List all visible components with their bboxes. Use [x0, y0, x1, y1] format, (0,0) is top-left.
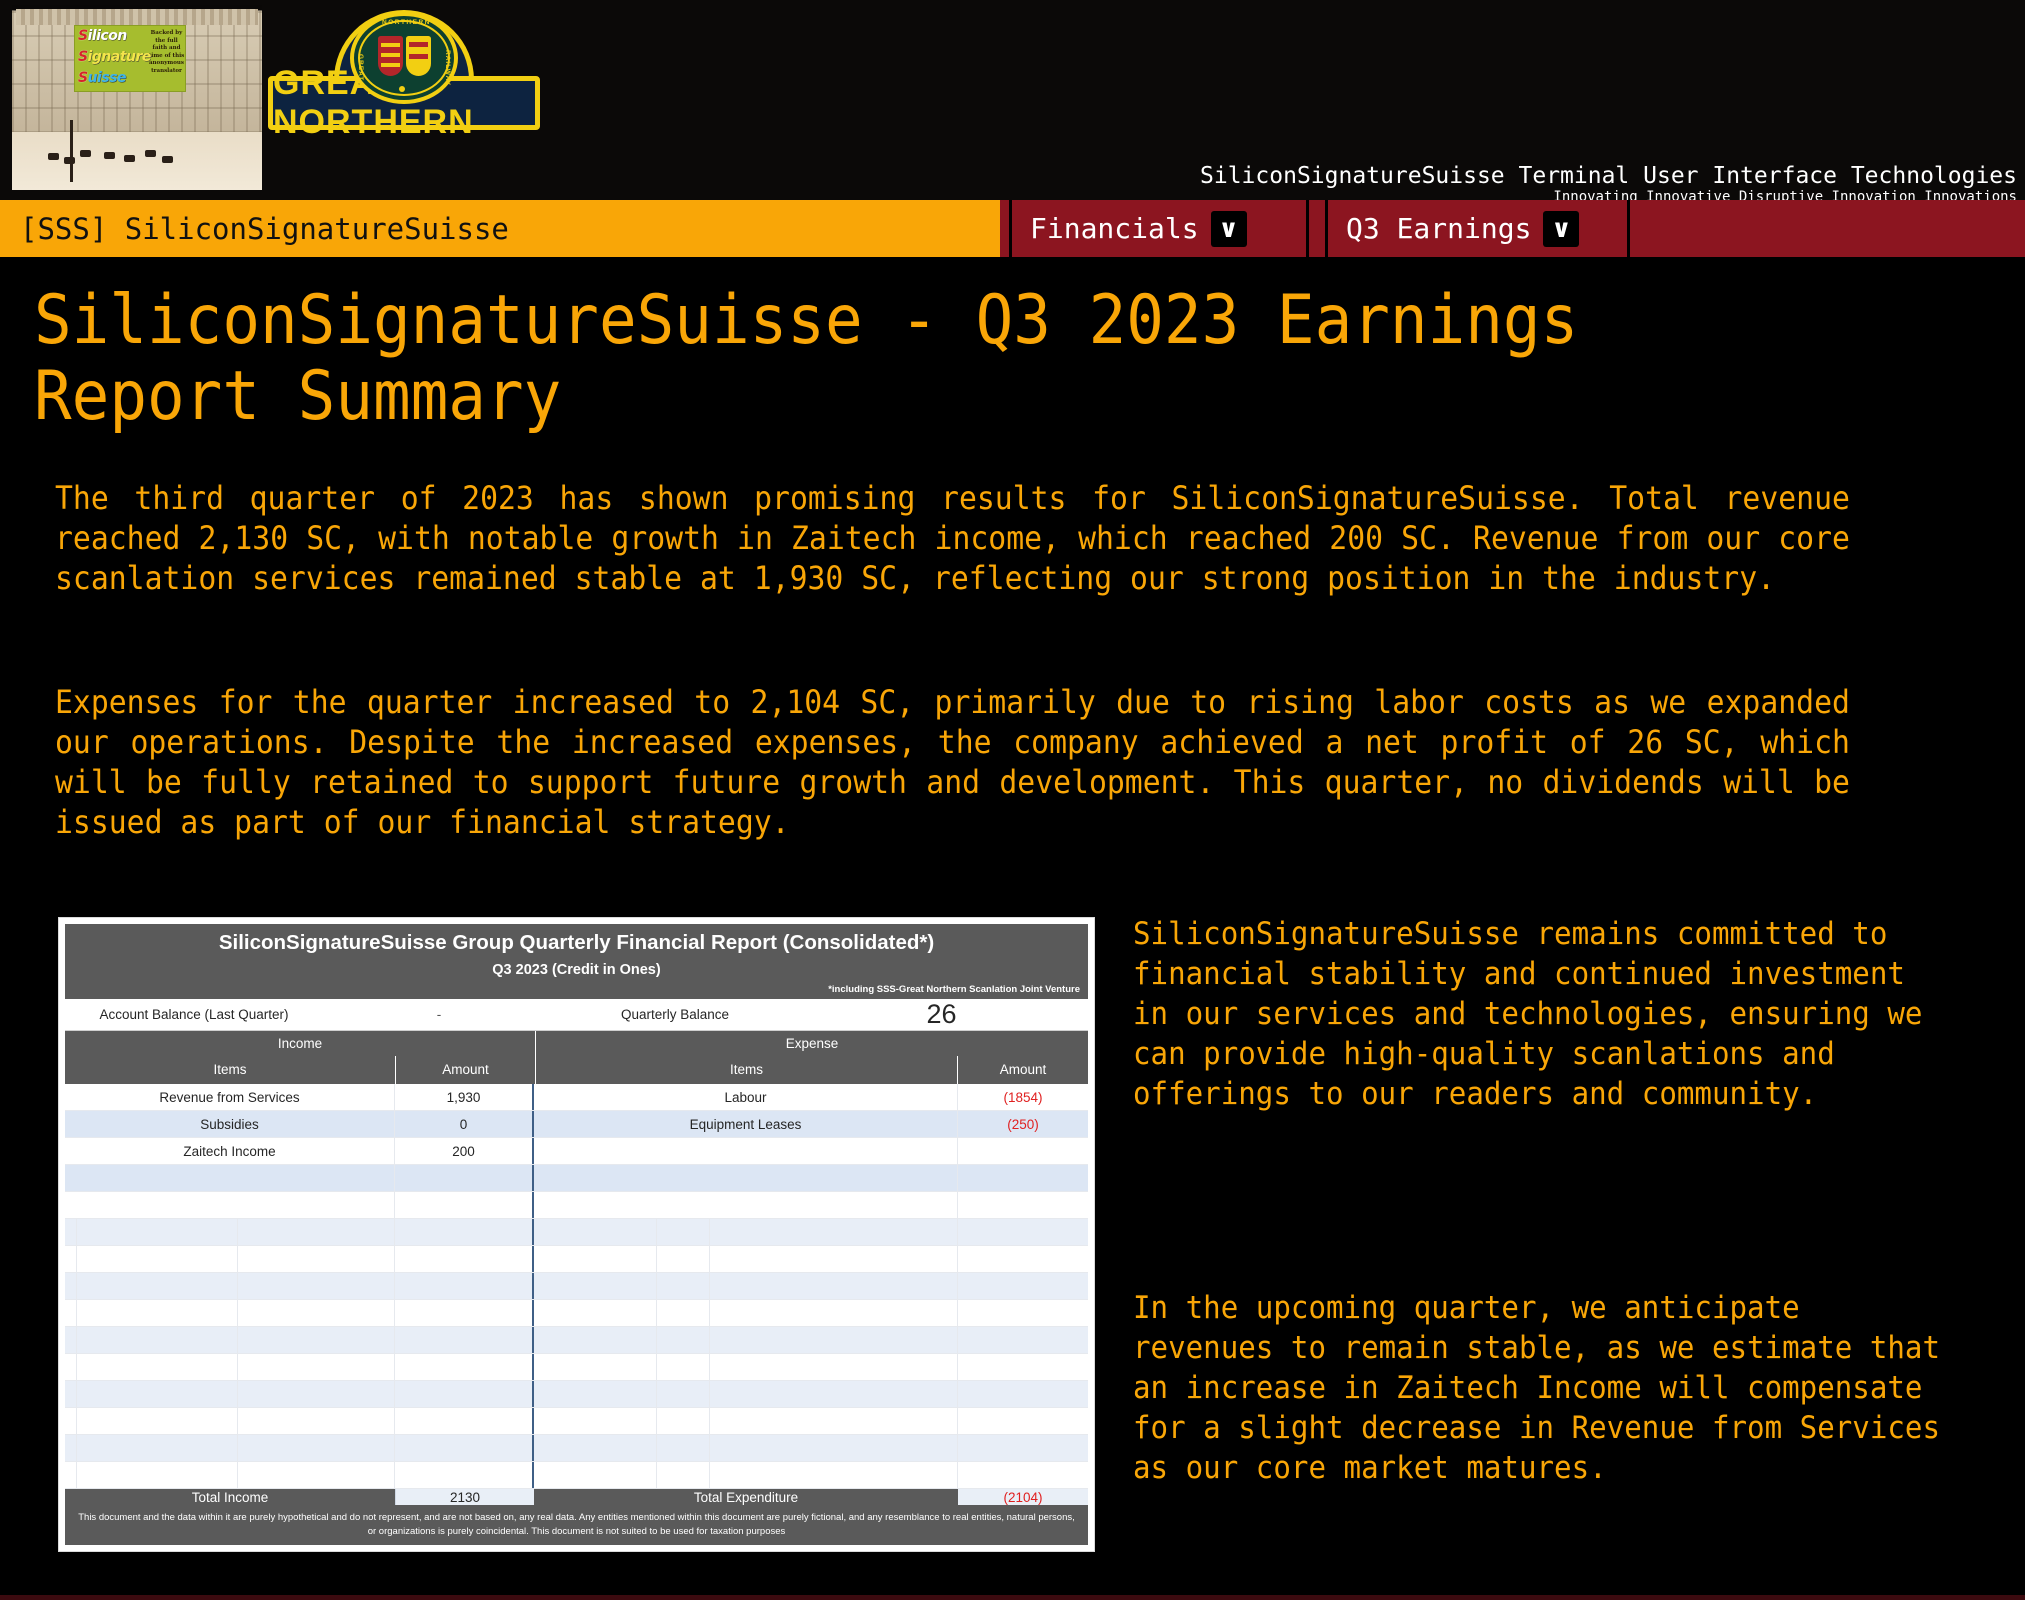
billboard-word-suisse: uisse	[87, 70, 127, 86]
great-northern-logo: GREAT NORTHERN NORTHERN GREAT RAILWAY	[268, 10, 540, 141]
financial-report-card: SiliconSignatureSuisse Group Quarterly F…	[58, 917, 1095, 1552]
total-expenditure-value: (2104)	[958, 1489, 1088, 1505]
table-row-empty	[65, 1273, 1088, 1300]
column-header-expense-amount: Amount	[999, 1062, 1047, 1077]
chevron-down-icon[interactable]: ∨	[1543, 210, 1580, 247]
page-title: SiliconSignatureSuisse - Q3 2023 Earning…	[34, 281, 1579, 436]
table-group-header-row: Income Expense	[65, 1031, 1088, 1056]
tab-q3-earnings-label: Q3 Earnings	[1346, 212, 1532, 245]
building-plaza	[12, 132, 262, 190]
group-header-income: Income	[65, 1031, 536, 1056]
table-row-empty	[65, 1300, 1088, 1327]
table-column-header-row: Items Amount Items Amount	[65, 1056, 1088, 1084]
table-row: Subsidies 0 Equipment Leases (250)	[65, 1111, 1088, 1138]
billboard-s-glyph: S	[78, 28, 88, 44]
table-row-empty	[65, 1165, 1088, 1192]
cell-expense-amount: (250)	[1007, 1116, 1039, 1132]
billboard-wordmark: Silicon Signature Suisse	[75, 26, 152, 91]
quarterly-balance-value: 26	[926, 999, 957, 1029]
report-footnote: *including SSS-Great Northern Scanlation…	[828, 984, 1080, 995]
roundel-dot	[399, 86, 405, 92]
account-balance-label: Account Balance (Last Quarter)	[99, 1007, 289, 1022]
cell-income-item: Zaitech Income	[65, 1138, 395, 1164]
lamppost-icon	[70, 120, 73, 182]
tab-financials[interactable]: Financials ∨	[1009, 200, 1309, 257]
cell-income-item: Subsidies	[65, 1111, 395, 1137]
billboard-side-text: Backed by the full faith and time of thi…	[148, 30, 185, 74]
table-row-empty	[65, 1462, 1088, 1489]
report-disclaimer: This document and the data within it are…	[65, 1505, 1088, 1545]
cell-expense-item: Equipment Leases	[534, 1111, 958, 1137]
top-banner: Silicon Signature Suisse Backed by the f…	[0, 0, 2025, 205]
table-row-empty	[65, 1381, 1088, 1408]
billboard-sign: Silicon Signature Suisse Backed by the f…	[74, 25, 186, 92]
tab-financials-label: Financials	[1030, 212, 1199, 245]
report-header: SiliconSignatureSuisse Group Quarterly F…	[65, 924, 1088, 999]
cell-expense-item: Labour	[534, 1084, 958, 1110]
quarterly-balance-label: Quarterly Balance	[620, 1007, 730, 1022]
brand-tagline-primary: SiliconSignatureSuisse Terminal User Int…	[1200, 163, 2017, 189]
horse-figure	[104, 152, 115, 159]
billboard-word-silicon: ilicon	[87, 28, 128, 44]
horse-figure	[145, 150, 156, 157]
bottom-accent-rule	[0, 1595, 2025, 1600]
ring-text-great: GREAT	[357, 54, 364, 82]
chevron-down-icon[interactable]: ∨	[1210, 210, 1247, 247]
tab-q3-earnings[interactable]: Q3 Earnings ∨	[1325, 200, 1630, 257]
column-header-income-items: Items	[65, 1056, 396, 1084]
cell-income-amount: 0	[395, 1111, 534, 1137]
summary-paragraph-1: The third quarter of 2023 has shown prom…	[55, 479, 1850, 597]
table-row-empty	[65, 1354, 1088, 1381]
horse-figure	[80, 150, 91, 157]
nav-brand-button[interactable]: [SSS] SiliconSignatureSuisse	[0, 200, 1000, 257]
silicon-signature-suisse-building-logo: Silicon Signature Suisse Backed by the f…	[12, 5, 262, 190]
table-row-empty	[65, 1327, 1088, 1354]
table-totals-row: Total Income 2130 Total Expenditure (210…	[65, 1489, 1088, 1505]
total-expenditure-label: Total Expenditure	[693, 1489, 799, 1505]
table-row-empty	[65, 1435, 1088, 1462]
total-income-value: 2130	[395, 1489, 534, 1505]
navigation-bar: [SSS] SiliconSignatureSuisse Financials …	[0, 200, 2025, 257]
table-body: Revenue from Services 1,930 Labour (1854…	[65, 1084, 1088, 1489]
billboard-word-signature: ignature	[87, 49, 152, 65]
column-header-expense-items: Items	[536, 1056, 958, 1084]
table-row: Zaitech Income 200	[65, 1138, 1088, 1165]
great-northern-coat-of-arms	[372, 36, 436, 78]
table-row-empty	[65, 1246, 1088, 1273]
horse-figure	[124, 155, 135, 162]
table-row: Revenue from Services 1,930 Labour (1854…	[65, 1084, 1088, 1111]
shield-left	[377, 36, 403, 76]
group-header-expense: Expense	[785, 1036, 839, 1051]
sidebar-paragraph-2: In the upcoming quarter, we anticipate r…	[1133, 1290, 1941, 1486]
table-row-empty	[65, 1219, 1088, 1246]
report-subtitle: Q3 2023 (Credit in Ones)	[492, 962, 661, 978]
horse-figure	[64, 157, 75, 164]
cell-income-amount: 200	[395, 1138, 534, 1164]
horse-figure	[48, 153, 59, 160]
table-row-empty	[65, 1192, 1088, 1219]
cell-expense-item	[534, 1138, 958, 1164]
cell-income-amount: 1,930	[395, 1084, 534, 1110]
account-balance-value: -	[436, 1007, 442, 1022]
financial-report-table: SiliconSignatureSuisse Group Quarterly F…	[65, 924, 1088, 1545]
cell-income-item: Revenue from Services	[65, 1084, 395, 1110]
total-income-label: Total Income	[191, 1489, 269, 1505]
cell-expense-amount: (1854)	[1003, 1089, 1043, 1105]
horse-figure	[162, 156, 173, 163]
report-title: SiliconSignatureSuisse Group Quarterly F…	[218, 931, 935, 954]
account-balance-row: Account Balance (Last Quarter) - Quarter…	[65, 999, 1088, 1031]
nav-brand-label: [SSS] SiliconSignatureSuisse	[20, 211, 509, 246]
billboard-s-glyph: S	[78, 70, 88, 86]
ring-text-railway: RAILWAY	[444, 50, 451, 87]
sidebar-paragraph-1: SiliconSignatureSuisse remains committed…	[1133, 916, 1923, 1112]
table-row-empty	[65, 1408, 1088, 1435]
cell-expense-amount	[958, 1138, 1088, 1164]
building-roofline	[16, 9, 258, 25]
ring-text-northern: NORTHERN	[382, 19, 431, 26]
billboard-s-glyph: S	[78, 49, 88, 65]
shield-right	[405, 36, 431, 76]
summary-paragraph-2: Expenses for the quarter increased to 2,…	[55, 683, 1850, 841]
column-header-income-amount: Amount	[396, 1056, 536, 1084]
